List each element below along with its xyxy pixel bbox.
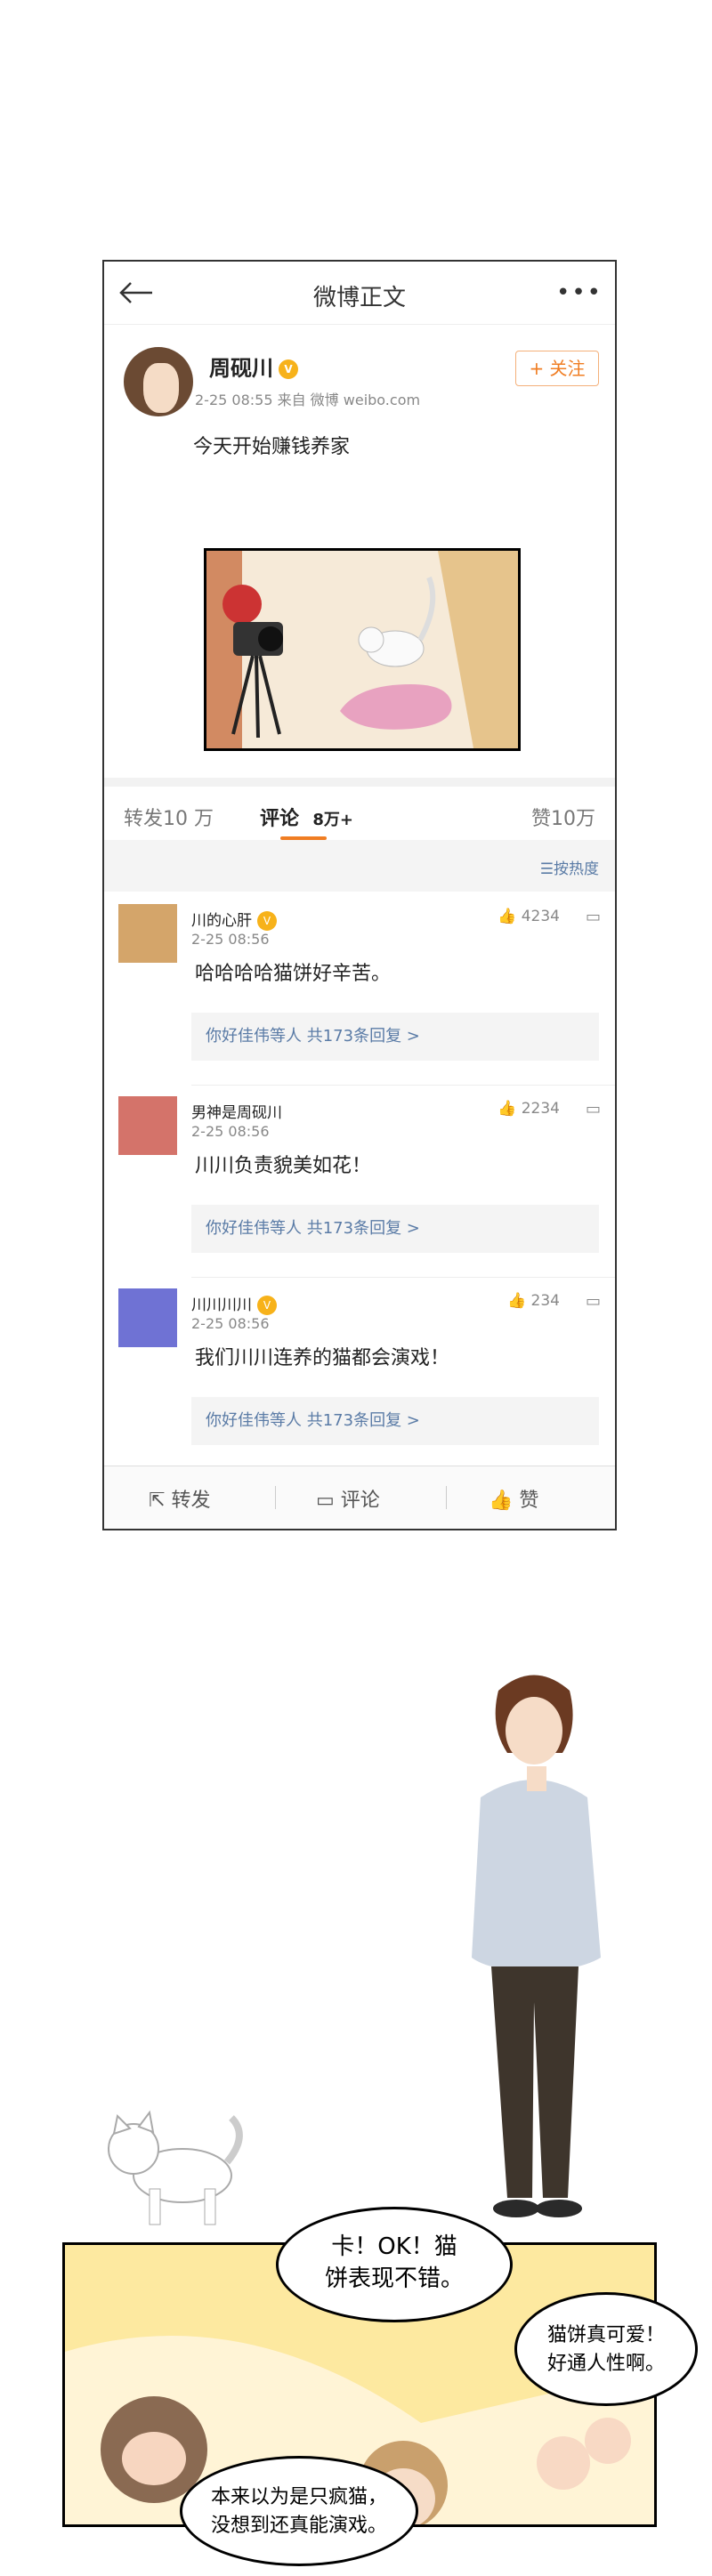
top-bar: 微博正文 ••• [104, 262, 615, 325]
divider [275, 1486, 276, 1509]
post-meta: 2-25 08:55 来自 微博 weibo.com [195, 392, 421, 408]
sort-icon: ☰ [539, 860, 554, 878]
divider [191, 1277, 615, 1278]
verified-badge-icon: V [257, 911, 277, 931]
comment-like-button[interactable]: 👍 2234 [498, 1100, 560, 1118]
author-avatar[interactable] [124, 347, 193, 416]
comment-avatar[interactable] [118, 1288, 177, 1347]
comment-avatar[interactable] [118, 904, 177, 963]
divider [446, 1486, 447, 1509]
comment-item: 川的心肝 V 2-25 08:56 👍 4234 ▭ 哈哈哈哈猫饼好辛苦。 你好佳… [104, 895, 615, 1086]
verified-badge-icon: V [279, 359, 298, 379]
comment-item: 男神是周砚川 2-25 08:56 👍 2234 ▭ 川川负责貌美如花！ 你好佳… [104, 1087, 615, 1278]
tab-comment[interactable]: 评论 8万+ [260, 803, 353, 831]
page-title: 微博正文 [312, 285, 406, 311]
comment-time: 2-25 08:56 [191, 1315, 270, 1332]
like-button[interactable]: 👍 赞 [489, 1484, 538, 1513]
thumb-up-icon: 👍 [506, 1292, 527, 1310]
tab-likes[interactable]: 赞10万 [531, 803, 595, 831]
repost-button[interactable]: ⇱ 转发 [149, 1484, 210, 1513]
divider [191, 1085, 615, 1086]
sort-button[interactable]: ☰按热度 [540, 856, 599, 878]
comment-avatar[interactable] [118, 1096, 177, 1155]
comment-author[interactable]: 男神是周砚川 [191, 1100, 282, 1122]
white-cat-illustration [108, 2110, 243, 2225]
comment-replies-link[interactable]: 你好佳伟等人 共173条回复 > [191, 1397, 599, 1445]
weibo-phone-screen: 微博正文 ••• 周砚川 V 2-25 08:55 来自 微博 weibo.com… [102, 260, 617, 1530]
share-icon: ⇱ [149, 1490, 166, 1512]
weibo-post: 周砚川 V 2-25 08:55 来自 微博 weibo.com + 关注 今天开… [104, 324, 615, 778]
sort-bar: ☰按热度 [104, 840, 615, 892]
comment-time: 2-25 08:56 [191, 931, 270, 948]
bottom-action-bar: ⇱ 转发 ▭ 评论 👍 赞 [104, 1466, 615, 1529]
speech-bubble: 猫饼真可爱！ 好通人性啊。 [514, 2292, 698, 2406]
post-text: 今天开始赚钱养家 [193, 436, 351, 458]
comment-author[interactable]: 川的心肝 V [191, 908, 277, 931]
follow-button[interactable]: + 关注 [515, 351, 599, 386]
speech-bubble: 本来以为是只疯猫， 没想到还真能演戏。 [180, 2456, 418, 2566]
tab-repost[interactable]: 转发10 万 [124, 803, 214, 831]
comment-time: 2-25 08:56 [191, 1123, 270, 1140]
verified-badge-icon: V [257, 1296, 277, 1315]
author-name[interactable]: 周砚川 V [209, 351, 298, 382]
thumb-up-icon: 👍 [498, 1100, 517, 1118]
comment-button[interactable]: ▭ 评论 [316, 1484, 380, 1513]
reply-icon: ▭ [316, 1490, 335, 1512]
tab-bar: 转发10 万 评论 8万+ 赞10万 [104, 778, 615, 840]
speech-bubble: 卡！OK！猫 饼表现不错。 [276, 2207, 513, 2322]
comment-text: 哈哈哈哈猫饼好辛苦。 [195, 963, 392, 985]
standing-man-illustration [472, 1675, 601, 2217]
comment-replies-link[interactable]: 你好佳伟等人 共173条回复 > [191, 1013, 599, 1061]
comment-replies-link[interactable]: 你好佳伟等人 共173条回复 > [191, 1205, 599, 1253]
comment-like-button[interactable]: 👍 234 [507, 1292, 560, 1310]
comment-text: 我们川川连养的猫都会演戏！ [195, 1347, 450, 1369]
reply-icon[interactable]: ▭ [586, 1100, 601, 1118]
thumb-up-icon: 👍 [498, 908, 517, 925]
more-dots-icon[interactable]: ••• [556, 279, 603, 306]
comment-item: 川川川川 V 2-25 08:56 👍 234 ▭ 我们川川连养的猫都会演戏！ 你… [104, 1280, 615, 1470]
comment-like-button[interactable]: 👍 4234 [498, 908, 560, 925]
comment-author[interactable]: 川川川川 V [191, 1292, 277, 1315]
reply-icon[interactable]: ▭ [586, 1292, 601, 1311]
thumb-up-icon: 👍 [489, 1490, 514, 1512]
post-image[interactable] [204, 548, 521, 751]
comment-text: 川川负责貌美如花！ [195, 1155, 372, 1177]
reply-icon[interactable]: ▭ [586, 908, 601, 926]
